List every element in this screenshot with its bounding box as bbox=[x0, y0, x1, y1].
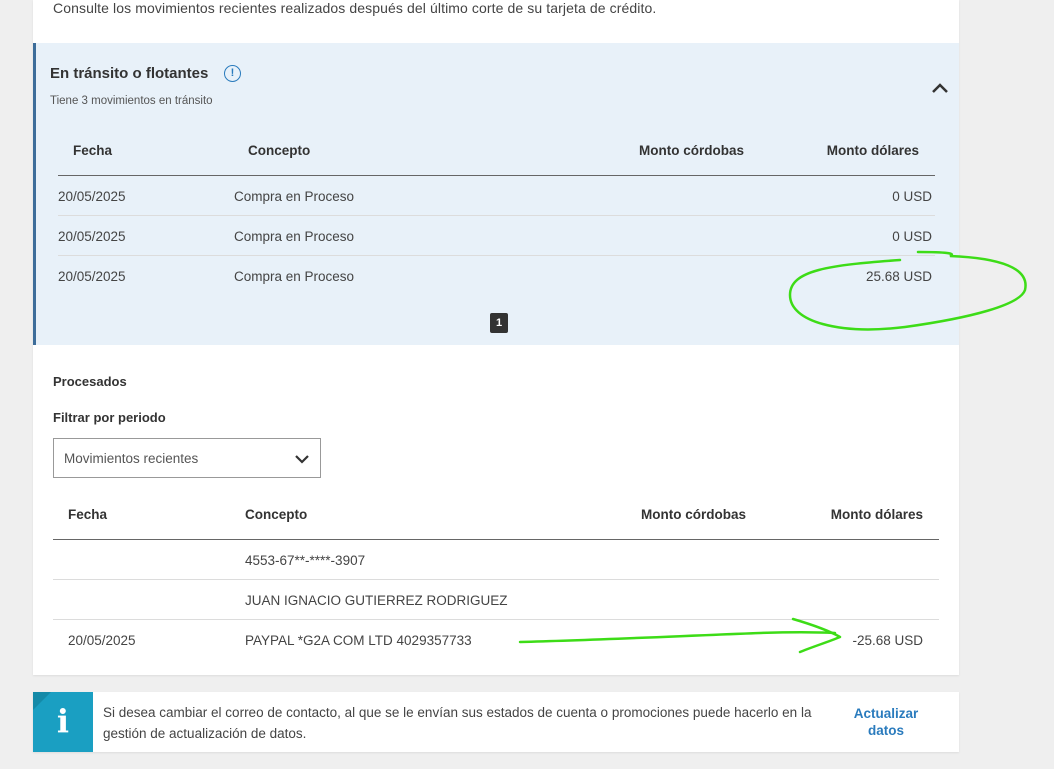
row-divider bbox=[58, 215, 935, 216]
row-divider bbox=[53, 619, 939, 620]
row-dolares: 0 USD bbox=[892, 229, 932, 244]
period-select[interactable]: Movimientos recientes bbox=[53, 438, 321, 478]
processed-col-cordobas: Monto córdobas bbox=[641, 507, 746, 522]
info-circle-icon[interactable]: ! bbox=[224, 65, 241, 82]
info-banner: i Si desea cambiar el correo de contacto… bbox=[33, 692, 959, 752]
processed-col-concepto: Concepto bbox=[245, 507, 308, 522]
row-divider bbox=[58, 255, 935, 256]
processed-col-dolares: Monto dólares bbox=[830, 507, 923, 522]
processed-col-fecha: Fecha bbox=[68, 507, 108, 522]
row-concepto: JUAN IGNACIO GUTIERREZ RODRIGUEZ bbox=[245, 593, 508, 608]
transit-col-cordobas: Monto córdobas bbox=[639, 143, 744, 158]
transit-subtitle: Tiene 3 movimientos en tránsito bbox=[50, 95, 213, 107]
transit-col-dolares: Monto dólares bbox=[826, 143, 919, 158]
row-divider bbox=[53, 579, 939, 580]
chevron-up-icon bbox=[932, 83, 948, 93]
row-fecha: 20/05/2025 bbox=[58, 189, 126, 204]
row-concepto: PAYPAL *G2A COM LTD 4029357733 bbox=[245, 633, 472, 648]
row-dolares: 0 USD bbox=[892, 189, 932, 204]
row-fecha: 20/05/2025 bbox=[58, 269, 126, 284]
chevron-down-icon bbox=[295, 455, 309, 464]
transit-col-fecha: Fecha bbox=[73, 143, 113, 158]
row-concepto: Compra en Proceso bbox=[234, 189, 355, 204]
pagination-page-button[interactable]: 1 bbox=[490, 313, 508, 333]
row-dolares: -25.68 USD bbox=[852, 633, 923, 648]
row-concepto: 4553-67**-****-3907 bbox=[245, 553, 366, 568]
movements-card: Consulte los movimientos recientes reali… bbox=[33, 0, 959, 675]
update-data-link[interactable]: Actualizar datos bbox=[841, 705, 931, 739]
transit-title: En tránsito o flotantes bbox=[50, 65, 209, 82]
row-dolares: 25.68 USD bbox=[865, 269, 932, 284]
banner-icon-glyph: i bbox=[56, 702, 70, 740]
row-concepto: Compra en Proceso bbox=[234, 269, 355, 284]
info-square-icon: i bbox=[33, 692, 93, 752]
period-select-value: Movimientos recientes bbox=[64, 451, 199, 466]
processed-header-divider bbox=[53, 539, 939, 540]
filter-label: Filtrar por periodo bbox=[53, 410, 166, 425]
row-fecha: 20/05/2025 bbox=[68, 633, 136, 648]
banner-text: Si desea cambiar el correo de contacto, … bbox=[103, 705, 812, 741]
transit-header-divider bbox=[58, 175, 935, 176]
row-fecha: 20/05/2025 bbox=[58, 229, 126, 244]
transit-col-concepto: Concepto bbox=[248, 143, 311, 158]
collapse-button[interactable] bbox=[929, 78, 951, 98]
transit-section: En tránsito o flotantes ! Tiene 3 movimi… bbox=[33, 43, 959, 345]
row-concepto: Compra en Proceso bbox=[234, 229, 355, 244]
intro-text: Consulte los movimientos recientes reali… bbox=[53, 0, 657, 16]
processed-title: Procesados bbox=[53, 374, 127, 389]
